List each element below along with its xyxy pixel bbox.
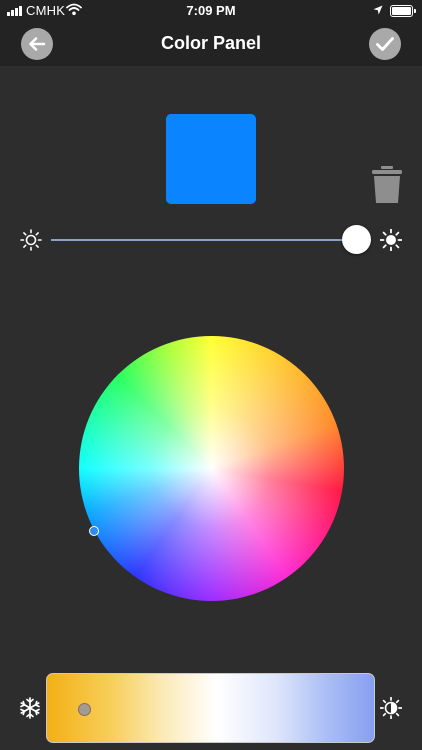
brightness-slider-track[interactable] [51, 239, 361, 241]
color-temperature-selector[interactable] [78, 703, 91, 716]
brightness-slider-thumb[interactable] [342, 225, 371, 254]
sun-bright-icon [380, 229, 402, 251]
status-time: 7:09 PM [186, 3, 236, 18]
sun-dim-icon [20, 229, 42, 251]
battery-icon [390, 5, 413, 17]
color-preview-swatch [166, 114, 256, 204]
sun-warm-icon [380, 697, 402, 719]
navigation-bar: Color Panel [0, 22, 422, 66]
page-title: Color Panel [160, 33, 262, 53]
checkmark-icon [376, 37, 394, 51]
location-arrow-icon [373, 5, 383, 15]
status-bar: CMHK 7:09 PM [0, 0, 422, 22]
color-temperature-bar[interactable] [46, 673, 375, 743]
battery-tip [414, 9, 416, 13]
done-button[interactable] [369, 28, 401, 60]
trash-icon[interactable] [371, 166, 403, 204]
color-wheel[interactable] [79, 336, 344, 601]
color-panel-screen: CMHK 7:09 PM Color Panel [0, 0, 422, 750]
color-wheel-selector[interactable] [89, 526, 99, 536]
snowflake-icon [20, 697, 40, 719]
